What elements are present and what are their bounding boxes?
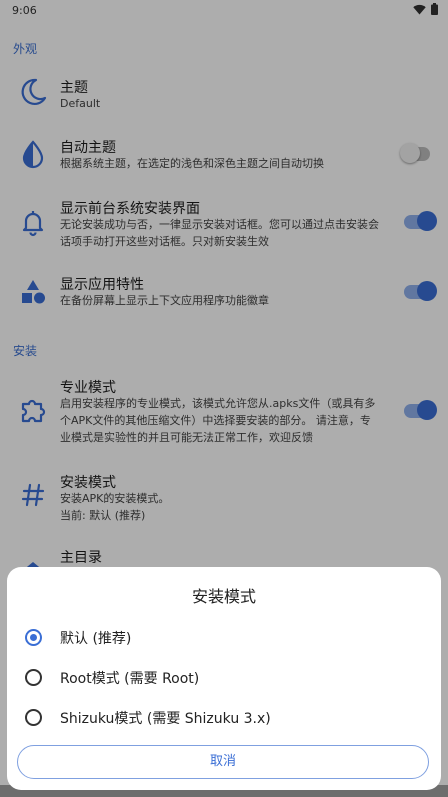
option-root[interactable]: Root模式 (需要 Root) bbox=[7, 659, 441, 695]
option-shizuku[interactable]: Shizuku模式 (需要 Shizuku 3.x) bbox=[7, 699, 441, 735]
radio-shizuku[interactable] bbox=[25, 709, 42, 726]
radio-default[interactable] bbox=[25, 629, 42, 646]
install-mode-dialog: 安装模式 默认 (推荐) Root模式 (需要 Root) Shizuku模式 … bbox=[7, 567, 441, 790]
cancel-button[interactable]: 取消 bbox=[17, 745, 429, 779]
radio-root[interactable] bbox=[25, 669, 42, 686]
option-label: Root模式 (需要 Root) bbox=[60, 671, 200, 687]
option-label: 默认 (推荐) bbox=[60, 631, 132, 647]
dialog-title: 安装模式 bbox=[191, 587, 256, 606]
option-default[interactable]: 默认 (推荐) bbox=[7, 619, 441, 655]
option-label: Shizuku模式 (需要 Shizuku 3.x) bbox=[60, 711, 271, 727]
